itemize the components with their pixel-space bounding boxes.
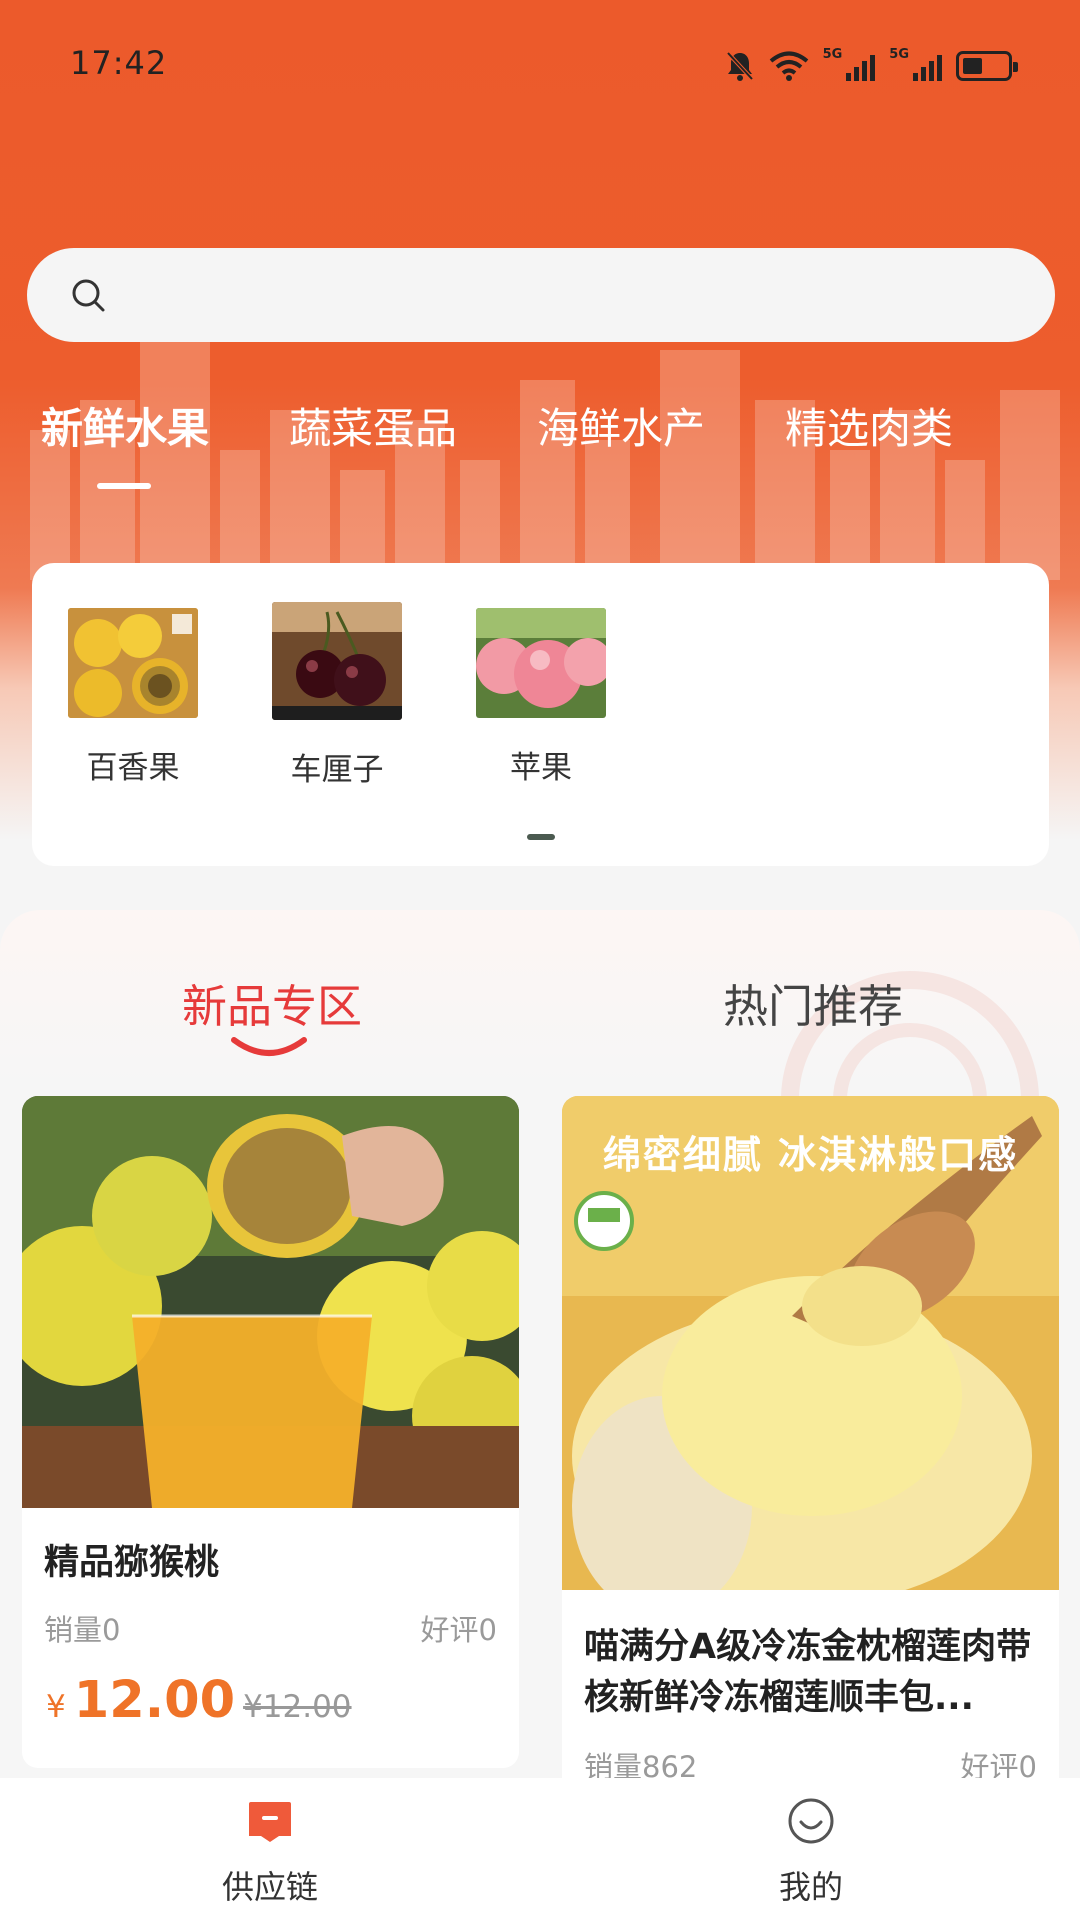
search-icon <box>72 279 105 312</box>
category-tabs: 新鲜水果 蔬菜蛋品 海鲜水产 精选肉类 <box>0 395 1080 505</box>
signal-icon <box>913 51 942 81</box>
battery-icon <box>956 51 1018 81</box>
product-reviews: 好评0 <box>420 1613 497 1647</box>
subcategory-passion-fruit[interactable]: 百香果 <box>58 608 208 787</box>
battery-level <box>963 58 982 74</box>
active-tab-indicator <box>97 483 151 489</box>
wifi-icon <box>769 51 808 81</box>
tab-label: 海鲜水产 <box>537 404 706 453</box>
cherry-thumbnail <box>272 602 402 720</box>
subcategory-cherry[interactable]: 车厘子 <box>262 602 412 789</box>
supply-chain-icon <box>249 1802 291 1842</box>
bottom-navigation: 供应链 我的 <box>0 1778 1080 1920</box>
product-old-price: ¥12.00 <box>243 1689 352 1725</box>
product-card[interactable]: 绵密细腻 冰淇淋般口感 喵满分A级冷冻金枕榴莲肉带核新鲜冷冻榴莲顺丰包... 销… <box>562 1096 1059 1816</box>
tab-hot-recommend[interactable]: 热门推荐 <box>723 970 903 1035</box>
product-card[interactable]: 精品猕猴桃 销量0 好评0 ¥ 12.00 ¥12.00 <box>22 1096 519 1768</box>
mute-bell-icon <box>726 51 754 81</box>
apple-image <box>476 608 606 718</box>
tab-label: 精选肉类 <box>785 404 954 453</box>
subcategory-label: 车厘子 <box>290 752 384 788</box>
product-meta: 销量0 好评0 <box>22 1607 519 1649</box>
cherry-image <box>272 602 402 720</box>
active-tab-smile-indicator <box>231 1037 307 1056</box>
search-bar[interactable] <box>27 248 1055 342</box>
tab-meat[interactable]: 精选肉类 <box>785 395 953 456</box>
product-image: 绵密细腻 冰淇淋般口感 <box>562 1096 1059 1590</box>
signal-type-label-1: 5G <box>822 46 843 62</box>
subcategory-label: 百香果 <box>86 750 180 786</box>
tab-vegetables-eggs[interactable]: 蔬菜蛋品 <box>289 395 457 456</box>
tab-label: 新鲜水果 <box>41 404 210 453</box>
status-bar: 17:42 5G 5G <box>0 0 1080 130</box>
nav-supply-chain[interactable]: 供应链 <box>170 1796 370 1908</box>
status-time: 17:42 <box>70 44 168 82</box>
product-title: 精品猕猴桃 <box>44 1543 220 1583</box>
product-price: 12.00 <box>73 1671 236 1730</box>
page-indicator <box>527 834 555 840</box>
section-tab-label: 新品专区 <box>182 980 363 1033</box>
nav-profile[interactable]: 我的 <box>711 1796 911 1908</box>
nav-label: 供应链 <box>221 1868 318 1906</box>
product-title: 喵满分A级冷冻金枕榴莲肉带核新鲜冷冻榴莲顺丰包... <box>584 1627 1032 1718</box>
signal-type-label-2: 5G <box>889 46 909 62</box>
status-icons: 5G 5G <box>725 46 1018 86</box>
subcategory-apple[interactable]: 苹果 <box>466 608 616 787</box>
price-currency: ¥ <box>46 1689 66 1725</box>
product-price-row: ¥ 12.00 ¥12.00 <box>22 1671 519 1730</box>
product-image <box>22 1096 519 1508</box>
subcategory-label: 苹果 <box>510 750 572 786</box>
tab-seafood[interactable]: 海鲜水产 <box>537 395 705 456</box>
search-input[interactable] <box>127 270 1007 320</box>
passion-fruit-thumbnail <box>68 608 198 718</box>
passion-fruit-image <box>68 608 198 718</box>
tab-label: 蔬菜蛋品 <box>289 404 458 453</box>
tab-new-products[interactable]: 新品专区 <box>182 970 363 1056</box>
product-section: 新品专区 热门推荐 精品猕猴桃 销量0 好评0 ¥ 12.00 ¥12.00 绵… <box>0 910 1080 1920</box>
product-sales: 销量0 <box>44 1613 121 1647</box>
smiley-profile-icon <box>788 1798 834 1844</box>
tab-fresh-fruit[interactable]: 新鲜水果 <box>41 395 210 489</box>
nav-label: 我的 <box>778 1868 843 1906</box>
passion-fruit-juice-image <box>22 1096 519 1508</box>
section-tab-label: 热门推荐 <box>723 980 904 1033</box>
apple-thumbnail <box>476 608 606 718</box>
signal-icon <box>846 51 876 81</box>
subcategory-panel: 百香果 车厘子 苹果 <box>32 563 1049 866</box>
product-image-caption: 绵密细腻 冰淇淋般口感 <box>602 1133 1019 1177</box>
